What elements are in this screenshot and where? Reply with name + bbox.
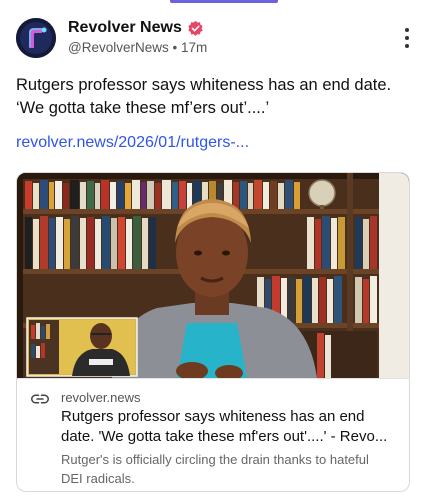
link-preview-description-line-1: Rutger's is officially circling the drai… — [61, 452, 369, 467]
verified-badge-icon — [188, 20, 203, 36]
post-text: Rutgers professor says whiteness has an … — [16, 74, 411, 120]
author-name[interactable]: Revolver News — [68, 19, 182, 37]
meta-separator: • — [172, 40, 178, 55]
link-preview-domain: revolver.news — [61, 390, 141, 405]
link-preview-image[interactable] — [17, 173, 409, 378]
video-thumbnail — [17, 173, 409, 378]
name-row: Revolver News — [68, 19, 204, 37]
link-preview-title-line-1: Rutgers professor says whiteness has an … — [61, 408, 365, 425]
link-preview-card[interactable]: revolver.news Rutgers professor says whi… — [16, 172, 410, 492]
link-preview-info[interactable]: revolver.news Rutgers professor says whi… — [17, 378, 409, 491]
post: Revolver News @RevolverNews • 17m Rutger… — [0, 0, 427, 500]
post-meta: @RevolverNews • 17m — [68, 40, 207, 55]
post-link[interactable]: revolver.news/2026/01/rutgers-... — [16, 134, 249, 152]
post-text-line-1: Rutgers professor says whiteness has an … — [16, 76, 392, 94]
author-handle[interactable]: @RevolverNews — [68, 40, 169, 55]
link-preview-description: Rutger's is officially circling the drai… — [61, 450, 401, 488]
link-preview-title: Rutgers professor says whiteness has an … — [61, 407, 401, 447]
post-header: Revolver News @RevolverNews • 17m — [16, 18, 411, 60]
link-preview-title-line-2: date. 'We gotta take these mf'ers out'..… — [61, 428, 388, 445]
post-timestamp[interactable]: 17m — [181, 40, 207, 55]
avatar-logo — [16, 18, 56, 58]
avatar[interactable] — [16, 18, 56, 58]
post-text-line-2: ‘We gotta take these mf’ers out’....’ — [16, 99, 270, 117]
more-options-icon[interactable] — [403, 28, 411, 48]
link-icon — [31, 394, 49, 404]
link-preview-description-line-2: DEI radicals. — [61, 471, 135, 486]
